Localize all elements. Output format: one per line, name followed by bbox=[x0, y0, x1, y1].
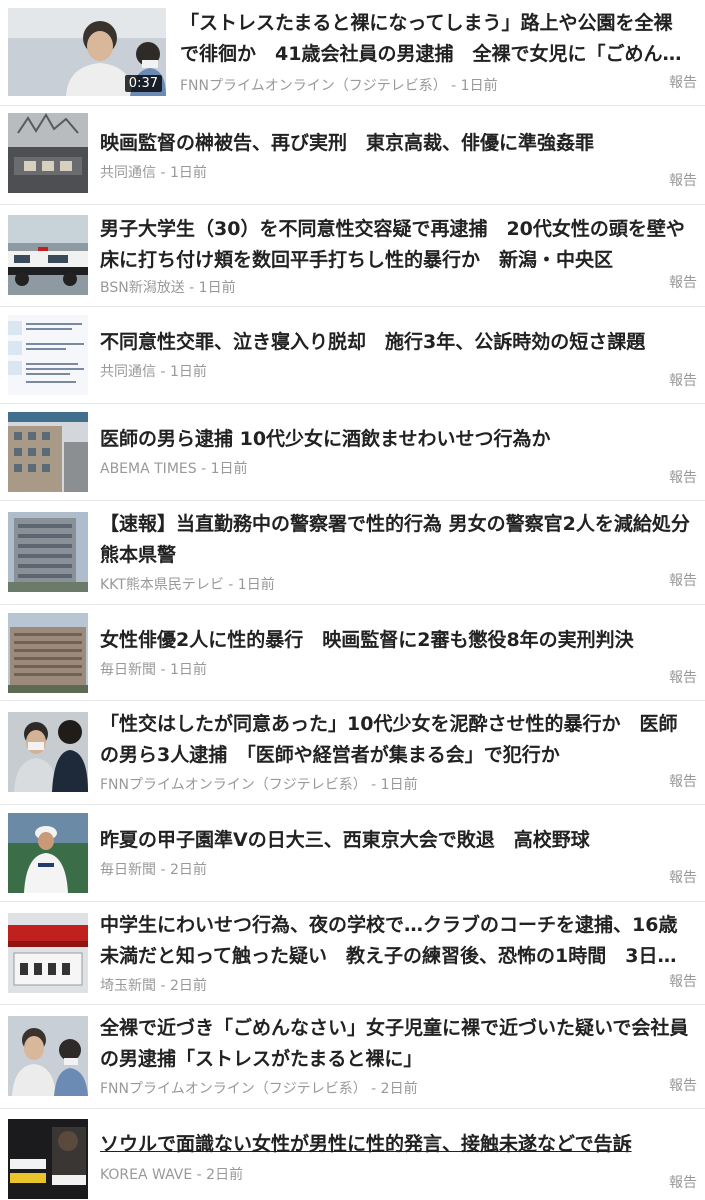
report-button[interactable]: 報告 bbox=[669, 771, 697, 791]
article-title[interactable]: 中学生にわいせつ行為、夜の学校で…クラブのコーチを逮捕、16歳未満だと知って触っ… bbox=[100, 910, 691, 972]
video-duration: 0:37 bbox=[124, 75, 162, 92]
report-button[interactable]: 報告 bbox=[669, 272, 697, 292]
suspect-photo-icon[interactable] bbox=[8, 1016, 88, 1096]
article-title[interactable]: 「ストレスたまると裸になってしまう」路上や公園を全裸で徘徊か 41歳会社員の男逮… bbox=[180, 8, 691, 70]
meta-separator: - bbox=[156, 978, 170, 994]
article-source: KOREA WAVE bbox=[100, 1167, 193, 1183]
news-photo-icon[interactable]: 0:37 bbox=[8, 8, 166, 96]
article-title[interactable]: ソウルで面識ない女性が男性に性的発言、接触未遂などで告訴 bbox=[100, 1129, 691, 1160]
article-meta: BSN新潟放送 - 1日前 bbox=[100, 277, 236, 297]
article-time: 1日前 bbox=[198, 280, 236, 296]
article-source: FNNプライムオンライン（フジテレビ系） bbox=[180, 78, 447, 94]
article-meta: 共同通信 - 1日前 bbox=[100, 162, 207, 182]
article-source: 共同通信 bbox=[100, 165, 156, 181]
article-source: 埼玉新聞 bbox=[100, 978, 156, 994]
police-sign-photo-icon[interactable] bbox=[8, 913, 88, 993]
article-title[interactable]: 女性俳優2人に性的暴行 映画監督に2審も懲役8年の実刑判決 bbox=[100, 625, 691, 656]
report-button[interactable]: 報告 bbox=[669, 971, 697, 991]
article-title[interactable]: 「性交はしたが同意あった」10代少女を泥酔させ性的暴行か 医師の男ら3人逮捕 「… bbox=[100, 709, 691, 771]
list-item[interactable]: 医師の男ら逮捕 10代少女に酒飲ませわいせつ行為か ABEMA TIMES - … bbox=[0, 404, 705, 501]
meta-separator: - bbox=[156, 165, 170, 181]
article-time: 2日前 bbox=[169, 978, 207, 994]
article-title[interactable]: 昨夏の甲子園準Vの日大三、西東京大会で敗退 高校野球 bbox=[100, 825, 691, 856]
timeline-chart-icon[interactable] bbox=[8, 315, 88, 395]
building-photo-icon[interactable] bbox=[8, 412, 88, 492]
article-source: BSN新潟放送 bbox=[100, 280, 185, 296]
news-feed: 0:37 「ストレスたまると裸になってしまう」路上や公園を全裸で徘徊か 41歳会… bbox=[0, 0, 705, 1200]
meta-separator: - bbox=[156, 662, 170, 678]
article-source: 共同通信 bbox=[100, 364, 156, 380]
article-title[interactable]: 不同意性交罪、泣き寝入り脱却 施行3年、公訴時効の短さ課題 bbox=[100, 327, 691, 358]
report-button[interactable]: 報告 bbox=[669, 1172, 697, 1192]
meta-separator: - bbox=[196, 461, 211, 477]
article-title[interactable]: 映画監督の榊被告、再び実刑 東京高裁、俳優に準強姦罪 bbox=[100, 128, 691, 159]
courthouse-photo-icon[interactable] bbox=[8, 113, 88, 193]
meta-separator: - bbox=[184, 280, 199, 296]
article-source: FNNプライムオンライン（フジテレビ系） bbox=[100, 1081, 367, 1097]
meta-separator: - bbox=[366, 1081, 381, 1097]
list-item[interactable]: 【速報】当直勤務中の警察署で性的行為 男女の警察官2人を減給処分 熊本県警 KK… bbox=[0, 501, 705, 605]
meta-separator: - bbox=[446, 78, 461, 94]
article-meta: KOREA WAVE - 2日前 bbox=[100, 1164, 243, 1184]
article-time: 2日前 bbox=[380, 1081, 418, 1097]
court-building-photo-icon[interactable] bbox=[8, 613, 88, 693]
meta-separator: - bbox=[156, 364, 170, 380]
article-title[interactable]: 【速報】当直勤務中の警察署で性的行為 男女の警察官2人を減給処分 熊本県警 bbox=[100, 509, 691, 571]
article-source: 毎日新聞 bbox=[100, 862, 156, 878]
report-button[interactable]: 報告 bbox=[669, 867, 697, 887]
article-meta: ABEMA TIMES - 1日前 bbox=[100, 458, 248, 478]
article-title[interactable]: 男子大学生（30）を不同意性交容疑で再逮捕 20代女性の頭を壁や床に打ち付け頬を… bbox=[100, 214, 691, 276]
article-time: 1日前 bbox=[380, 777, 418, 793]
list-item[interactable]: 男子大学生（30）を不同意性交容疑で再逮捕 20代女性の頭を壁や床に打ち付け頬を… bbox=[0, 205, 705, 307]
report-button[interactable]: 報告 bbox=[669, 1075, 697, 1095]
article-time: 1日前 bbox=[169, 662, 207, 678]
article-meta: 埼玉新聞 - 2日前 bbox=[100, 975, 207, 995]
article-time: 1日前 bbox=[237, 577, 275, 593]
report-button[interactable]: 報告 bbox=[669, 170, 697, 190]
report-button[interactable]: 報告 bbox=[669, 667, 697, 687]
list-item[interactable]: 女性俳優2人に性的暴行 映画監督に2審も懲役8年の実刑判決 毎日新聞 - 1日前… bbox=[0, 605, 705, 701]
article-time: 1日前 bbox=[169, 165, 207, 181]
police-car-photo-icon[interactable] bbox=[8, 215, 88, 295]
tv-caption-photo-icon[interactable] bbox=[8, 1119, 88, 1199]
article-meta: 毎日新聞 - 1日前 bbox=[100, 659, 207, 679]
list-item[interactable]: 映画監督の榊被告、再び実刑 東京高裁、俳優に準強姦罪 共同通信 - 1日前 報告 bbox=[0, 106, 705, 205]
report-button[interactable]: 報告 bbox=[669, 570, 697, 590]
list-item[interactable]: 「性交はしたが同意あった」10代少女を泥酔させ性的暴行か 医師の男ら3人逮捕 「… bbox=[0, 701, 705, 805]
article-time: 1日前 bbox=[169, 364, 207, 380]
article-meta: FNNプライムオンライン（フジテレビ系） - 2日前 bbox=[100, 1078, 418, 1098]
list-item[interactable]: 0:37 「ストレスたまると裸になってしまう」路上や公園を全裸で徘徊か 41歳会… bbox=[0, 0, 705, 106]
list-item[interactable]: 全裸で近づき「ごめんなさい」女子児童に裸で近づいた疑いで会社員の男逮捕「ストレス… bbox=[0, 1005, 705, 1109]
article-time: 1日前 bbox=[210, 461, 248, 477]
report-button[interactable]: 報告 bbox=[669, 467, 697, 487]
list-item[interactable]: 中学生にわいせつ行為、夜の学校で…クラブのコーチを逮捕、16歳未満だと知って触っ… bbox=[0, 902, 705, 1005]
article-source: KKT熊本県民テレビ bbox=[100, 577, 224, 593]
article-meta: 毎日新聞 - 2日前 bbox=[100, 859, 207, 879]
suspect-photo-icon[interactable] bbox=[8, 712, 88, 792]
meta-separator: - bbox=[223, 577, 238, 593]
article-title[interactable]: 全裸で近づき「ごめんなさい」女子児童に裸で近づいた疑いで会社員の男逮捕「ストレス… bbox=[100, 1013, 691, 1075]
report-button[interactable]: 報告 bbox=[669, 370, 697, 390]
article-source: ABEMA TIMES bbox=[100, 461, 197, 477]
report-button[interactable]: 報告 bbox=[669, 72, 697, 92]
article-meta: FNNプライムオンライン（フジテレビ系） - 1日前 bbox=[180, 75, 498, 95]
list-item[interactable]: 不同意性交罪、泣き寝入り脱却 施行3年、公訴時効の短さ課題 共同通信 - 1日前… bbox=[0, 307, 705, 404]
article-title[interactable]: 医師の男ら逮捕 10代少女に酒飲ませわいせつ行為か bbox=[100, 424, 691, 455]
article-time: 1日前 bbox=[460, 78, 498, 94]
meta-separator: - bbox=[156, 862, 170, 878]
article-meta: FNNプライムオンライン（フジテレビ系） - 1日前 bbox=[100, 774, 418, 794]
article-meta: 共同通信 - 1日前 bbox=[100, 361, 207, 381]
article-time: 2日前 bbox=[169, 862, 207, 878]
baseball-photo-icon[interactable] bbox=[8, 813, 88, 893]
police-station-photo-icon[interactable] bbox=[8, 512, 88, 592]
article-time: 2日前 bbox=[206, 1167, 244, 1183]
article-source: FNNプライムオンライン（フジテレビ系） bbox=[100, 777, 367, 793]
list-item[interactable]: ソウルで面識ない女性が男性に性的発言、接触未遂などで告訴 KOREA WAVE … bbox=[0, 1109, 705, 1200]
list-item[interactable]: 昨夏の甲子園準Vの日大三、西東京大会で敗退 高校野球 毎日新聞 - 2日前 報告 bbox=[0, 805, 705, 902]
meta-separator: - bbox=[192, 1167, 207, 1183]
article-source: 毎日新聞 bbox=[100, 662, 156, 678]
meta-separator: - bbox=[366, 777, 381, 793]
article-meta: KKT熊本県民テレビ - 1日前 bbox=[100, 574, 275, 594]
